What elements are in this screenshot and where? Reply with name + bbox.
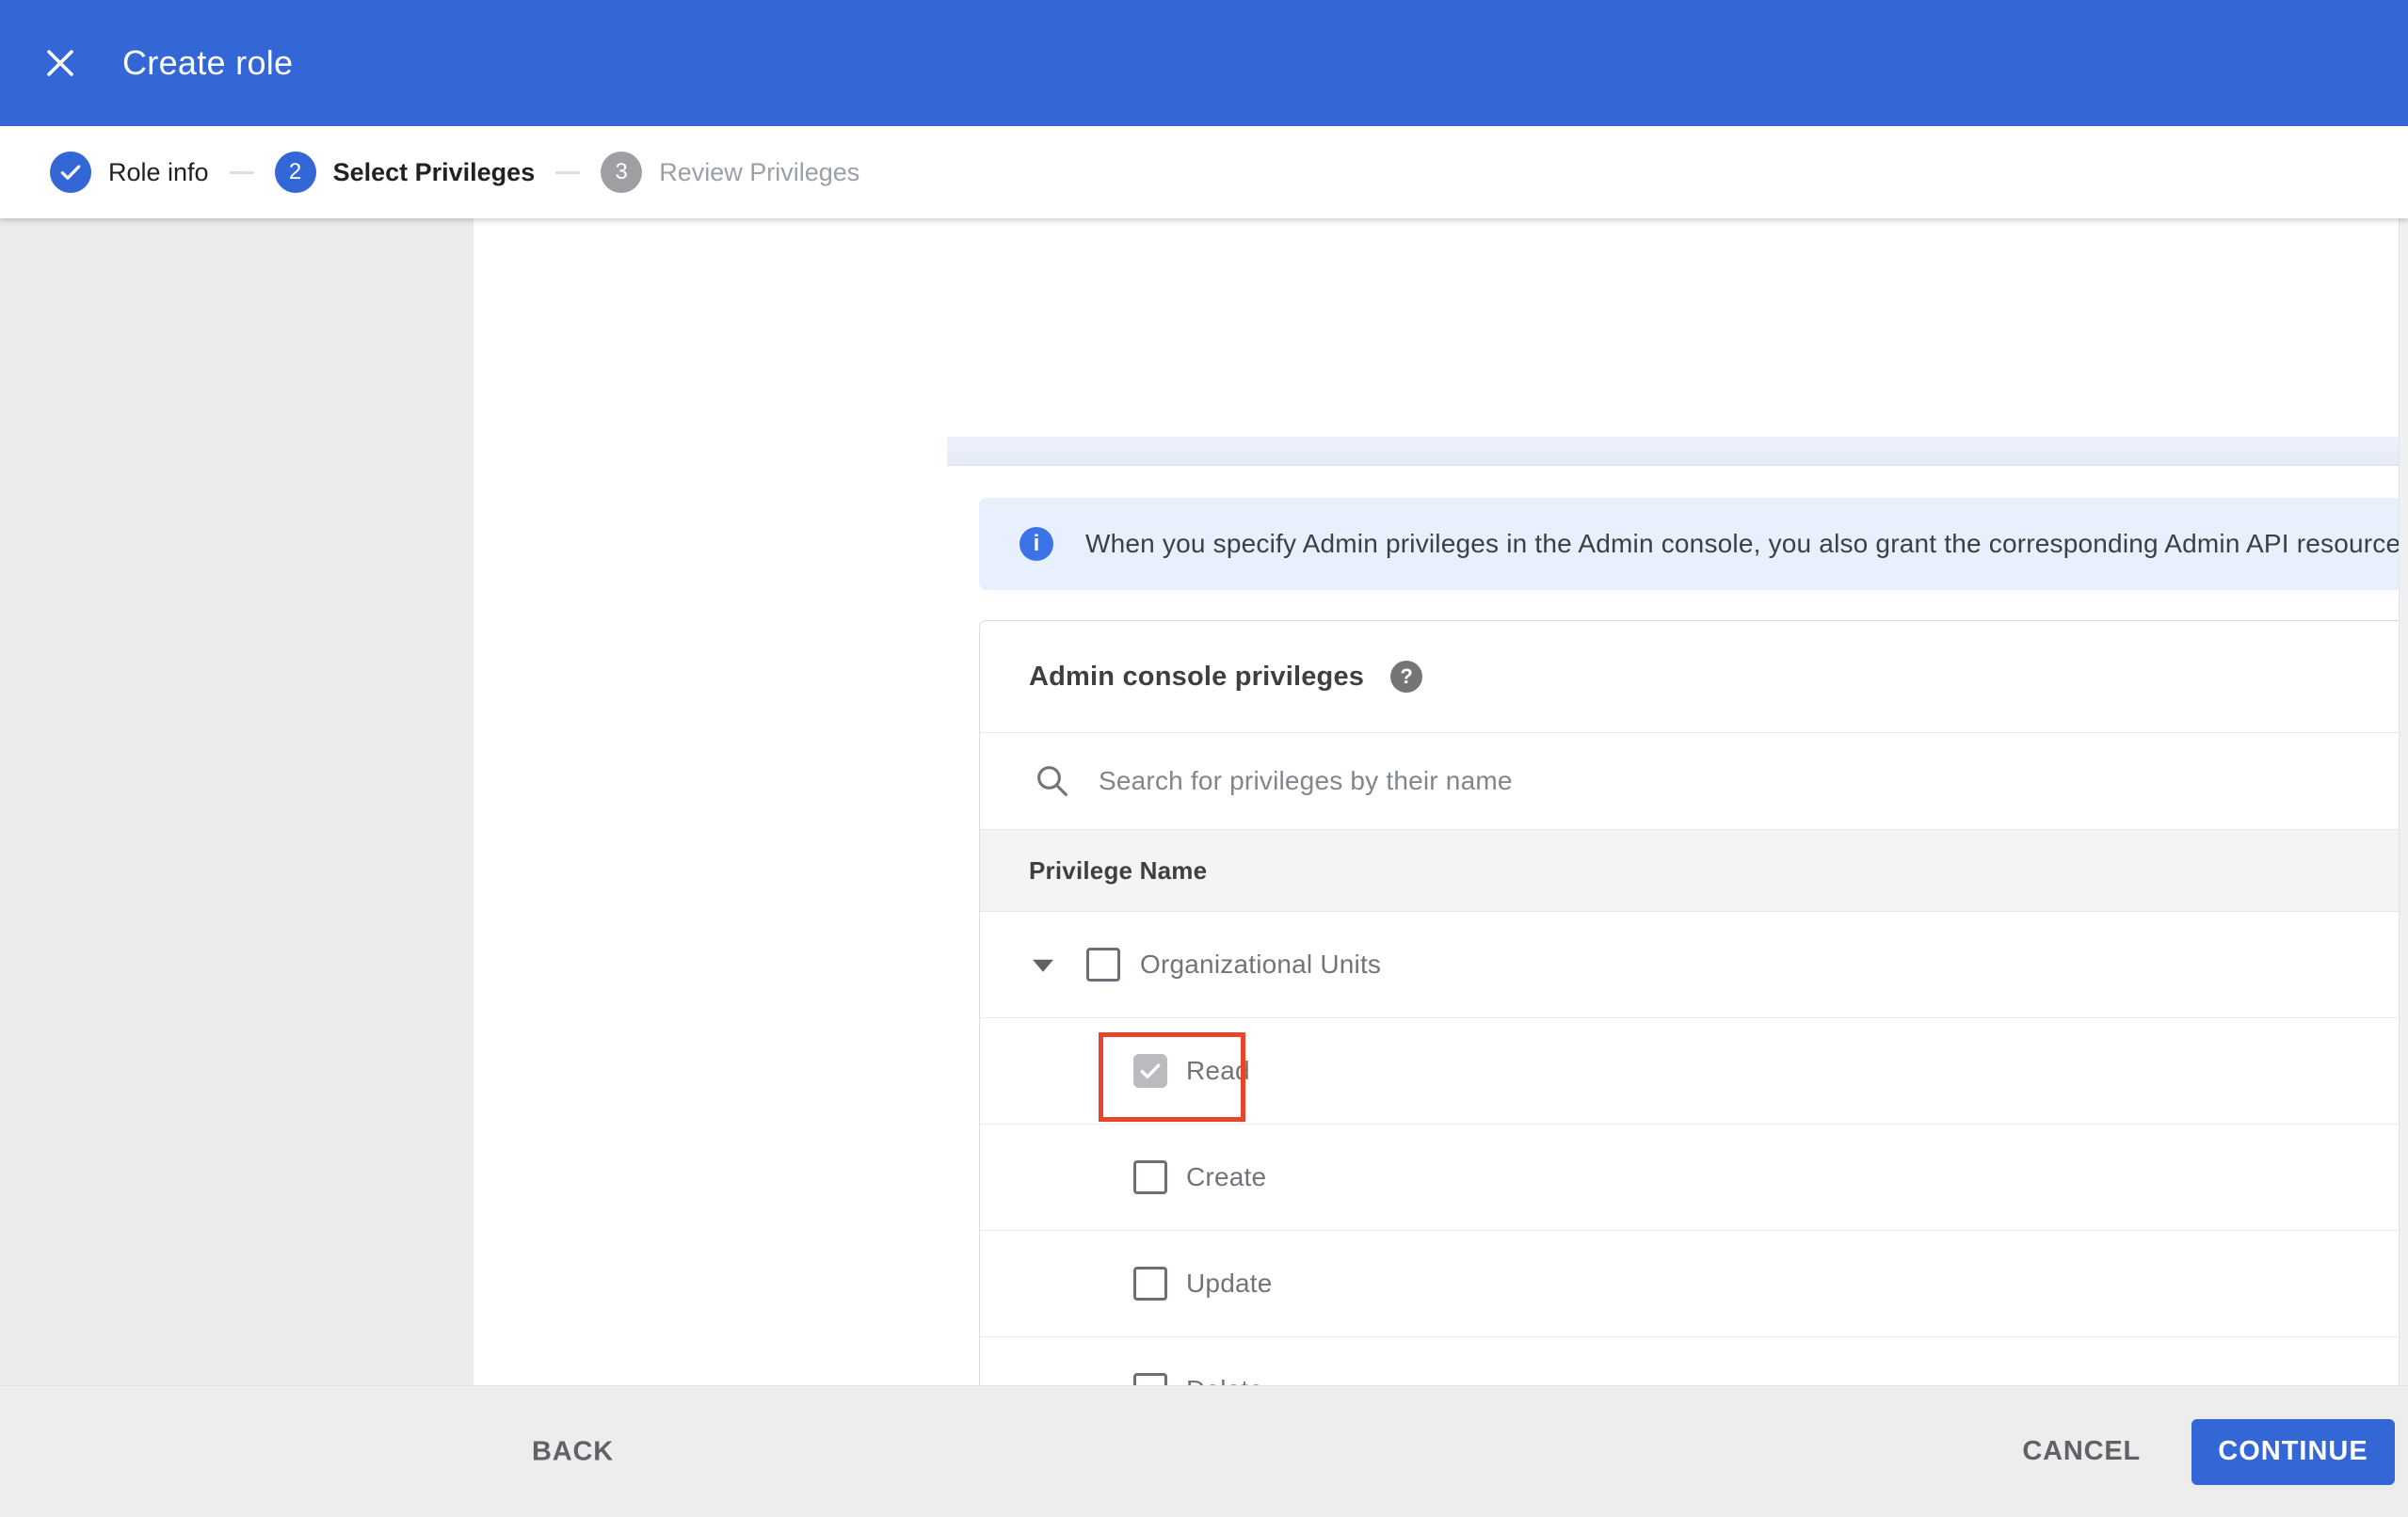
- continue-button[interactable]: CONTINUE: [2191, 1418, 2395, 1485]
- step-number-badge: 3: [601, 152, 643, 193]
- card-title: Admin console privileges: [1029, 661, 1365, 692]
- privilege-label: Create: [1186, 1162, 1267, 1191]
- check-icon: [50, 152, 91, 193]
- dialog-title: Create role: [122, 43, 294, 82]
- step-review-privileges[interactable]: 3 Review Privileges: [601, 152, 859, 193]
- step-label: Role info: [108, 157, 209, 186]
- footer-bar: BACK CANCEL CONTINUE: [0, 1385, 2408, 1517]
- stepper: Role info 2 Select Privileges 3 Review P…: [0, 126, 2408, 218]
- back-button[interactable]: BACK: [532, 1436, 614, 1467]
- step-label: Review Privileges: [659, 157, 860, 186]
- create-role-dialog: Create role Role info 2 Select Privilege…: [0, 0, 2408, 1517]
- expand-arrow-icon[interactable]: [1033, 959, 1053, 972]
- highlight-box: [1099, 1032, 1245, 1122]
- privilege-checkbox[interactable]: [1086, 948, 1120, 982]
- footer-actions: CANCEL CONTINUE: [2022, 1418, 2395, 1485]
- table-row: Create: [980, 1125, 2408, 1231]
- search-input[interactable]: [1099, 766, 2408, 796]
- info-banner: i When you specify Admin privileges in t…: [979, 498, 2408, 590]
- step-label: Select Privileges: [332, 157, 536, 186]
- close-icon[interactable]: [40, 42, 81, 84]
- privilege-label: Update: [1186, 1269, 1273, 1298]
- help-icon[interactable]: ?: [1390, 661, 1423, 693]
- step-connector: [555, 170, 581, 174]
- table-row: Update: [980, 1231, 2408, 1337]
- info-banner-text: When you specify Admin privileges in the…: [1085, 529, 2408, 558]
- vertical-scrollbar[interactable]: [2399, 218, 2408, 1385]
- privilege-search: [980, 733, 2408, 829]
- privilege-checkbox[interactable]: [1133, 1160, 1167, 1194]
- column-header: Privilege Name: [1029, 855, 1208, 885]
- card-header: Admin console privileges ?: [980, 621, 2408, 733]
- dialog-header: Create role: [0, 0, 2408, 126]
- left-pane: [0, 218, 474, 1385]
- privileges-card: Admin console privileges ? Privilege Nam…: [979, 620, 2408, 1517]
- content-pane: i When you specify Admin privileges in t…: [474, 218, 2408, 1517]
- table-header: Privilege Name: [980, 829, 2408, 912]
- cancel-button[interactable]: CANCEL: [2022, 1436, 2141, 1467]
- search-icon: [1037, 766, 1068, 796]
- step-role-info[interactable]: Role info: [50, 152, 209, 193]
- table-row: Read: [980, 1018, 2408, 1125]
- step-number-badge: 2: [274, 152, 316, 193]
- table-row: Organizational Units: [980, 912, 2408, 1018]
- scrolled-section-edge: [947, 437, 2408, 466]
- step-connector: [229, 170, 254, 174]
- privilege-checkbox[interactable]: [1133, 1267, 1167, 1301]
- step-select-privileges[interactable]: 2 Select Privileges: [274, 152, 536, 193]
- info-icon: i: [1019, 527, 1053, 561]
- privilege-label: Organizational Units: [1140, 950, 1382, 979]
